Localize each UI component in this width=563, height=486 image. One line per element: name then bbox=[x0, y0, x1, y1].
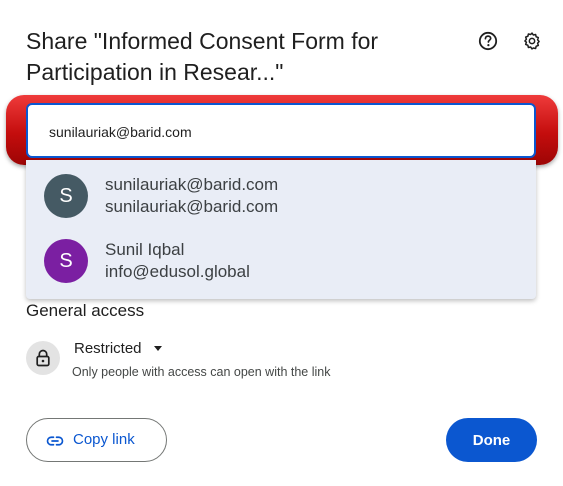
suggestion-name: sunilauriak@barid.com bbox=[105, 175, 279, 194]
suggestion-name: Sunil Iqbal bbox=[105, 240, 185, 259]
suggestion-email: info@edusol.global bbox=[105, 262, 250, 281]
chevron-down-icon bbox=[153, 345, 162, 351]
add-people-input[interactable] bbox=[47, 105, 511, 158]
suggestion-item[interactable]: S Sunil Iqbal info@edusol.global bbox=[26, 232, 536, 292]
avatar: S bbox=[44, 174, 88, 218]
access-description: Only people with access can open with th… bbox=[72, 365, 331, 379]
suggestion-email: sunilauriak@barid.com bbox=[105, 197, 279, 216]
suggestion-item[interactable]: S sunilauriak@barid.com sunilauriak@bari… bbox=[26, 167, 536, 227]
copy-link-button[interactable]: Copy link bbox=[26, 418, 167, 462]
avatar: S bbox=[44, 239, 88, 283]
help-icon[interactable] bbox=[477, 30, 499, 52]
general-access-heading: General access bbox=[26, 301, 145, 320]
access-level-label: Restricted bbox=[74, 339, 142, 357]
share-dialog: Share "Informed Consent Form for Partici… bbox=[0, 0, 563, 486]
done-button[interactable]: Done bbox=[446, 418, 537, 462]
dialog-title: Share "Informed Consent Form for Partici… bbox=[26, 28, 379, 85]
link-icon bbox=[46, 432, 64, 455]
gear-icon[interactable] bbox=[521, 30, 543, 52]
lock-icon bbox=[26, 341, 60, 375]
people-input-container[interactable] bbox=[26, 103, 536, 158]
access-level-dropdown[interactable]: Restricted bbox=[74, 337, 162, 359]
copy-link-label: Copy link bbox=[73, 431, 135, 448]
suggestion-dropdown: S sunilauriak@barid.com sunilauriak@bari… bbox=[26, 160, 536, 299]
